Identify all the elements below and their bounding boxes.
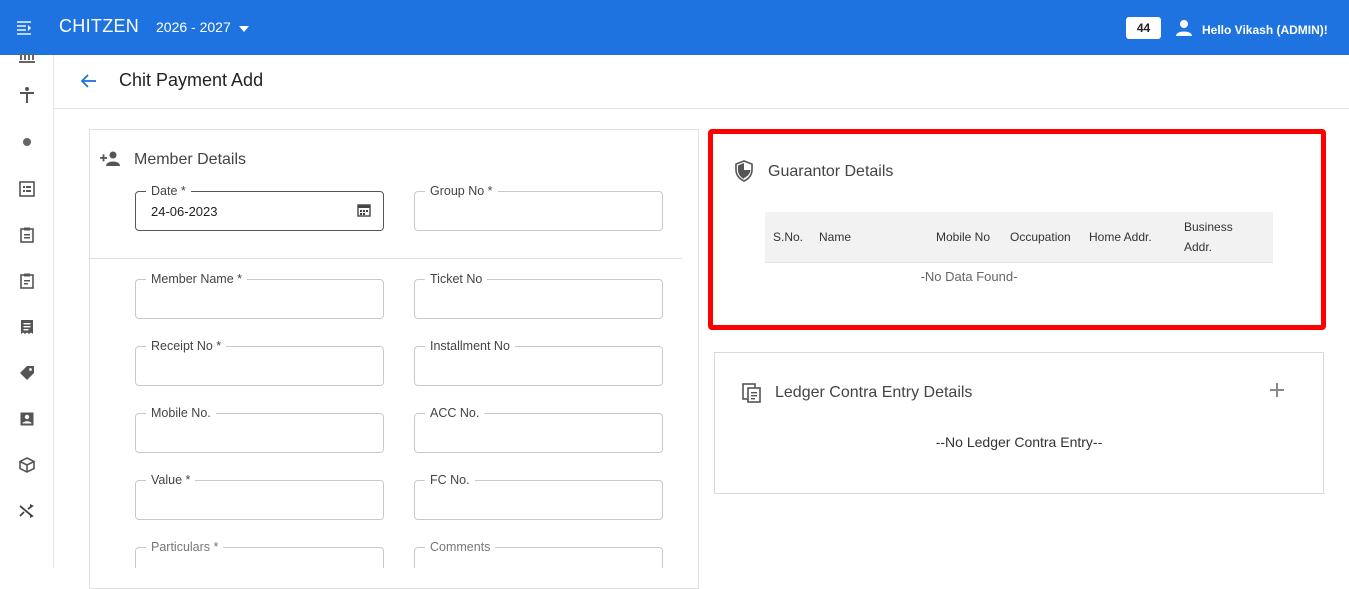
document-icon [742, 383, 762, 408]
receipt-no-label: Receipt No * [146, 339, 227, 353]
notification-badge[interactable]: 44 [1126, 17, 1161, 39]
ledger-contra-card [714, 352, 1324, 494]
top-bar: CHITZEN 2026 - 2027 44 Hello Vikash (ADM… [0, 0, 1349, 55]
particulars-field[interactable]: Particulars * [135, 540, 384, 568]
clipboard-icon[interactable] [17, 225, 37, 245]
value-field[interactable]: Value * [135, 473, 384, 520]
ticket-no-label: Ticket No [425, 272, 488, 286]
fc-no-label: FC No. [425, 473, 475, 487]
acc-no-label: ACC No. [425, 406, 485, 420]
back-arrow-icon[interactable] [80, 72, 98, 90]
mobile-no-label: Mobile No. [146, 406, 216, 420]
acc-no-field[interactable]: ACC No. [414, 406, 663, 453]
member-name-field[interactable]: Member Name * [135, 272, 384, 319]
year-selector[interactable]: 2026 - 2027 [156, 19, 249, 35]
calendar-icon[interactable] [357, 203, 371, 217]
ledger-empty-message: --No Ledger Contra Entry-- [935, 434, 1103, 450]
menu-toggle-icon[interactable] [14, 17, 34, 37]
group-no-label: Group No * [425, 184, 498, 198]
comments-field[interactable]: Comments [414, 540, 663, 568]
tag-icon[interactable] [17, 363, 37, 383]
app-brand: CHITZEN [59, 16, 140, 36]
add-ledger-entry-button[interactable] [1267, 380, 1287, 400]
sidebar [0, 53, 54, 568]
date-label: Date * [146, 184, 191, 198]
page-header: Chit Payment Add [54, 55, 1349, 109]
installment-no-field[interactable]: Installment No [414, 339, 663, 386]
year-label: 2026 - 2027 [156, 19, 231, 35]
installment-no-label: Installment No [425, 339, 515, 353]
date-field[interactable]: Date * 24-06-2023 [135, 184, 384, 231]
receipt-icon[interactable] [17, 317, 37, 337]
ticket-no-field[interactable]: Ticket No [414, 272, 663, 319]
package-icon[interactable] [17, 455, 37, 475]
group-no-field[interactable]: Group No * [414, 184, 663, 231]
page-title: Chit Payment Add [119, 70, 264, 90]
mobile-no-field[interactable]: Mobile No. [135, 406, 384, 453]
comments-label: Comments [425, 540, 496, 554]
member-name-label: Member Name * [146, 272, 247, 286]
particulars-label: Particulars * [146, 540, 224, 554]
accessibility-icon[interactable] [17, 85, 37, 105]
add-person-icon [100, 150, 122, 173]
bank-icon[interactable] [17, 47, 37, 67]
caret-down-icon [238, 19, 249, 35]
receipt-no-field[interactable]: Receipt No * [135, 339, 384, 386]
user-menu[interactable]: Hello Vikash (ADMIN)! [1174, 18, 1328, 41]
user-icon [1174, 18, 1194, 41]
highlight-frame [708, 129, 1326, 330]
section-divider [90, 258, 682, 259]
dot-icon[interactable] [17, 132, 37, 152]
shuffle-icon[interactable] [17, 501, 37, 521]
fc-no-field[interactable]: FC No. [414, 473, 663, 520]
list-alt-icon[interactable] [17, 179, 37, 199]
clipboard-list-icon[interactable] [17, 271, 37, 291]
member-details-title: Member Details [134, 151, 247, 168]
value-label: Value * [146, 473, 196, 487]
ledger-contra-title: Ledger Contra Entry Details [775, 384, 973, 401]
user-greeting: Hello Vikash (ADMIN)! [1202, 22, 1328, 37]
contact-card-icon[interactable] [17, 409, 37, 429]
date-value: 24-06-2023 [151, 204, 218, 219]
